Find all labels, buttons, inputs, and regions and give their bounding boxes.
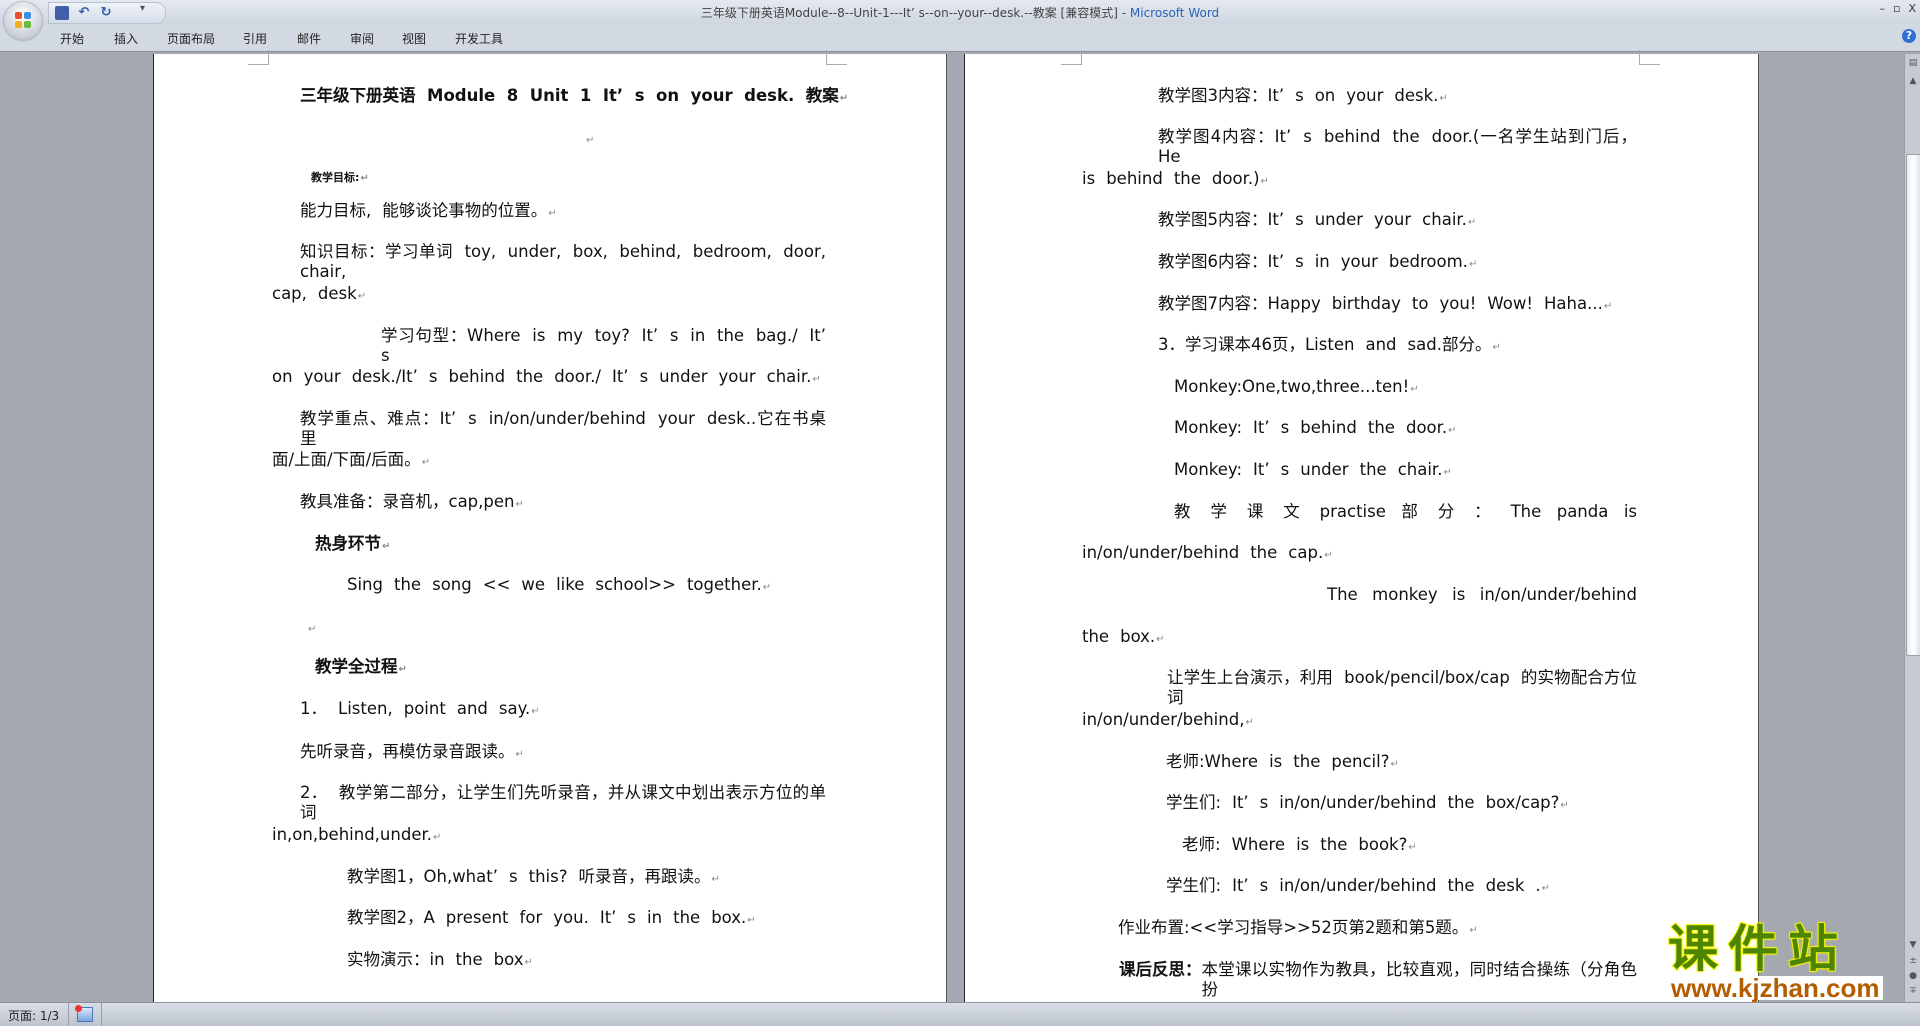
section-heading: 教学全过程↵ (315, 657, 407, 676)
scroll-down-arrow-icon[interactable]: ▼ (1906, 938, 1920, 952)
tab-references[interactable]: 引用 (243, 30, 267, 47)
reflection-label: 课后反思： (1119, 960, 1202, 979)
paragraph: in,on,behind,under.↵ (272, 825, 442, 844)
ruler-toggle-icon[interactable]: ▤ (1906, 56, 1920, 70)
divider (68, 1003, 69, 1026)
paragraph: 实物演示：in the box↵ (347, 950, 533, 969)
paragraph: on your desk./It’ s behind the door./ It… (272, 367, 821, 386)
paragraph: 让学生上台演示，利用 book/pencil/box/cap 的实物配合方位词 (1167, 668, 1637, 707)
paragraph: 知识目标：学习单词 toy, under, box, behind, bedro… (300, 242, 826, 281)
close-button[interactable]: X (1908, 2, 1916, 15)
select-browse-object-icon[interactable]: ● (1906, 969, 1920, 983)
tab-insert[interactable]: 插入 (114, 30, 138, 47)
restore-button[interactable]: ▫ (1893, 2, 1900, 15)
paragraph: 学生们: It’ s in/on/under/behind the box/ca… (1166, 793, 1569, 812)
paragraph: 课后反思： 本堂课以实物作为教具，比较直观，同时结合操练（分角色扮 (1119, 960, 1637, 999)
crop-mark (1639, 50, 1660, 65)
paragraph: the box.↵ (1082, 627, 1165, 646)
help-icon[interactable]: ? (1902, 29, 1916, 43)
paragraph: 老师: Where is the book?↵ (1182, 835, 1417, 854)
paragraph: cap, desk↵ (272, 284, 367, 303)
paragraph: 学生们: It’ s in/on/under/behind the desk .… (1166, 876, 1551, 895)
app-name: Microsoft Word (1129, 6, 1220, 20)
divider (101, 1003, 102, 1026)
page-count[interactable]: 页面: 1/3 (8, 1007, 59, 1024)
paragraph: 3．学习课本46页，Listen and sad.部分。↵ (1158, 335, 1501, 354)
office-logo-icon (15, 12, 31, 28)
tab-developer[interactable]: 开发工具 (455, 30, 503, 47)
tab-mailings[interactable]: 邮件 (297, 30, 321, 47)
macro-recording-icon[interactable] (75, 1005, 93, 1022)
minimize-button[interactable]: – (1879, 2, 1885, 15)
previous-page-icon[interactable]: ± (1906, 954, 1920, 968)
redo-icon[interactable]: ↻ (99, 6, 113, 20)
paragraph: in/on/under/behind,↵ (1082, 710, 1254, 729)
crop-mark (1061, 50, 1082, 65)
tab-view[interactable]: 视图 (402, 30, 426, 47)
paragraph: 教学图7内容：Happy birthday to you! Wow! Haha.… (1158, 294, 1613, 313)
paragraph: 教学图3内容：It’ s on your desk.↵ (1158, 86, 1448, 105)
tab-page-layout[interactable]: 页面布局 (167, 30, 215, 47)
ribbon-tabs: 开始 插入 页面布局 引用 邮件 审阅 视图 开发工具 ? (0, 24, 1920, 52)
document-page-2[interactable] (964, 50, 1759, 1002)
office-button[interactable] (4, 2, 42, 40)
empty-paragraph: ↵ (586, 135, 595, 146)
crop-mark (248, 50, 269, 65)
paragraph: 教学图1，Oh,what’ s this? 听录音，再跟读。↵ (347, 867, 720, 886)
customize-toolbar-chevron-icon[interactable]: ▾ (140, 3, 145, 14)
paragraph: 教学图4内容：It’ s behind the door.(一名学生站到门后，H… (1158, 127, 1637, 166)
tab-home[interactable]: 开始 (60, 30, 84, 47)
scroll-up-arrow-icon[interactable]: ▲ (1906, 74, 1920, 88)
paragraph: 老师:Where is the pencil?↵ (1166, 752, 1399, 771)
window-title: 三年级下册英语Module--8--Unit-1---It’ s--on--yo… (700, 6, 1220, 20)
paragraph: 教学图6内容：It’ s in your bedroom.↵ (1158, 252, 1478, 271)
watermark-logo: 课件站 www.kjzhan.com (1667, 921, 1904, 1001)
document-title: 三年级下册英语 Module 8 Unit 1 It’ s on your de… (300, 86, 849, 105)
paragraph: 教学重点、难点：It’ s in/on/under/behind your de… (300, 409, 826, 448)
section-heading: 教学目标:↵ (311, 171, 369, 184)
paragraph: 教具准备：录音机，cap,pen↵ (300, 492, 524, 511)
paragraph: Monkey: It’ s behind the door.↵ (1174, 418, 1457, 437)
window-controls: – ▫ X (1879, 2, 1916, 15)
document-page-1[interactable] (153, 50, 947, 1002)
quick-access-toolbar: ↶ ↻ (48, 2, 166, 24)
paragraph: 先听录音，再模仿录音跟读。↵ (300, 742, 524, 761)
empty-paragraph: ↵ (308, 624, 317, 635)
title-bar: 三年级下册英语Module--8--Unit-1---It’ s--on--yo… (0, 0, 1920, 24)
section-heading: 热身环节↵ (315, 534, 391, 553)
crop-mark (826, 50, 847, 65)
vertical-scrollbar[interactable]: ▤ ▲ ▼ ± ● ∓ (1904, 54, 1920, 1002)
next-page-icon[interactable]: ∓ (1906, 984, 1920, 998)
paragraph: 作业布置:<<学习指导>>52页第2题和第5题。↵ (1118, 918, 1478, 937)
paragraph: 面/上面/下面/后面。↵ (272, 450, 431, 469)
paragraph: Monkey:One,two,three...ten!↵ (1174, 377, 1419, 396)
scrollbar-thumb[interactable] (1906, 154, 1920, 656)
paragraph: 教 学 课 文 practise 部 分 ： The panda is (1174, 502, 1637, 521)
paragraph: 2． 教学第二部分，让学生们先听录音，并从课文中划出表示方位的单词 (300, 783, 826, 822)
paragraph: is behind the door.)↵ (1082, 169, 1269, 188)
save-icon[interactable] (55, 6, 69, 20)
paragraph: in/on/under/behind the cap.↵ (1082, 543, 1333, 562)
paragraph: 教学图2，A present for you. It’ s in the box… (347, 908, 756, 927)
paragraph: 能力目标, 能够谈论事物的位置。↵ (300, 201, 557, 220)
paragraph: 1． Listen, point and say.↵ (300, 699, 540, 718)
paragraph: Sing the song << we like school>> togeth… (347, 575, 772, 594)
paragraph: Monkey: It’ s under the chair.↵ (1174, 460, 1452, 479)
status-bar: 页面: 1/3 (0, 1002, 1920, 1026)
paragraph: 教学图5内容：It’ s under your chair.↵ (1158, 210, 1477, 229)
paragraph: The monkey is in/on/under/behind (1327, 585, 1637, 604)
tab-review[interactable]: 审阅 (350, 30, 374, 47)
paragraph: 学习句型：Where is my toy? It’ s in the bag./… (381, 326, 826, 365)
undo-icon[interactable]: ↶ (77, 6, 91, 20)
